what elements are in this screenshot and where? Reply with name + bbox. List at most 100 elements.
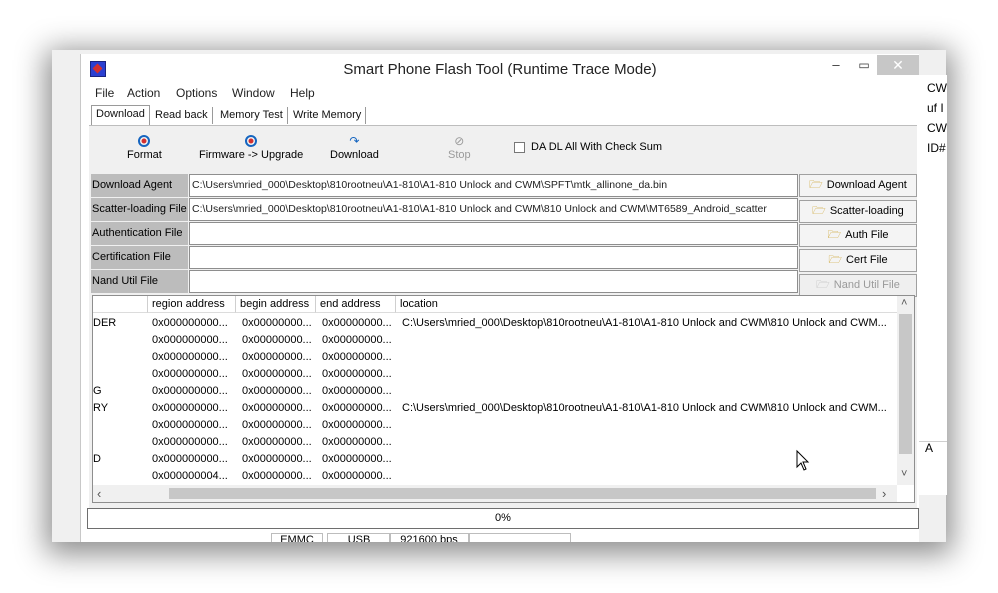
scroll-up-icon[interactable]: ˄ [901,297,907,309]
scroll-thumb[interactable] [169,488,876,499]
button-label: Cert File [846,254,888,266]
cell-begin: 0x00000000... [242,334,312,346]
folder-icon: 🗁 [809,179,823,191]
column-header-begin[interactable]: begin address [236,296,316,313]
scatter-loading-button[interactable]: 🗁 Scatter-loading [799,200,917,223]
nand-label: Nand Util File [91,270,188,293]
cell-name: RY [93,402,109,414]
download-button[interactable]: ↷ Download [330,134,379,161]
download-agent-field[interactable]: C:\Users\mried_000\Desktop\810rootneu\A1… [189,174,798,197]
cell-region: 0x000000000... [152,385,228,397]
auth-field[interactable] [189,222,798,245]
upgrade-icon [199,134,303,149]
background-text: uf I [927,101,944,115]
menu-action[interactable]: Action [127,86,160,100]
main-window: Smart Phone Flash Tool (Runtime Trace Mo… [80,54,919,542]
download-agent-label: Download Agent [91,174,188,197]
menu-help[interactable]: Help [290,86,315,100]
cell-region: 0x000000004... [152,470,228,482]
column-header-location[interactable]: location [396,296,897,313]
cert-field[interactable] [189,246,798,269]
button-label: Scatter-loading [829,205,904,217]
scroll-down-icon[interactable]: ˅ [901,468,907,480]
firmware-upgrade-button[interactable]: Firmware -> Upgrade [199,134,303,161]
button-label: Download Agent [826,179,907,191]
scroll-right-icon[interactable]: › [882,486,886,501]
cell-begin: 0x00000000... [242,436,312,448]
background-text: ID# [927,141,946,155]
scroll-thumb[interactable] [899,314,912,454]
cell-begin: 0x00000000... [242,317,312,329]
menu-file[interactable]: File [95,86,114,100]
horizontal-scrollbar[interactable]: ‹ › [93,485,897,502]
cell-location: C:\Users\mried_000\Desktop\810rootneu\A1… [402,317,887,329]
cell-end: 0x00000000... [322,385,392,397]
close-button[interactable]: ✕ [877,55,919,75]
menu-options[interactable]: Options [176,86,217,100]
tab-read-back[interactable]: Read back [151,107,213,124]
vertical-scrollbar[interactable]: ˄ ˅ [897,296,914,485]
field-row-auth: Authentication File 🗁 Auth File [89,222,917,247]
status-empty [469,533,571,542]
background-text: CWI [927,121,947,135]
column-header-end[interactable]: end address [316,296,396,313]
cell-end: 0x00000000... [322,470,392,482]
field-row-cert: Certification File 🗁 Cert File [89,246,917,272]
status-bar: EMMC USB 921600 bps [89,531,917,542]
tab-download[interactable]: Download [91,105,150,125]
progress-bar: 0% [87,508,919,529]
download-icon: ↷ [349,134,360,148]
nand-field[interactable] [189,270,798,293]
cell-end: 0x00000000... [322,436,392,448]
status-connection: USB [327,533,391,542]
cell-begin: 0x00000000... [242,402,312,414]
maximize-button[interactable]: ▭ [851,55,877,75]
format-button[interactable]: Format [127,134,162,161]
stop-button[interactable]: ⊘ Stop [448,134,471,161]
scatter-field[interactable]: C:\Users\mried_000\Desktop\810rootneu\A1… [189,198,798,221]
mouse-cursor-icon [796,449,810,471]
button-label: Auth File [845,229,889,241]
folder-icon: 🗁 [827,229,842,241]
checksum-checkbox[interactable]: DA DL All With Check Sum [514,141,662,153]
column-header-region[interactable]: region address [148,296,236,313]
cert-file-button[interactable]: 🗁 Cert File [799,249,917,272]
cell-end: 0x00000000... [322,368,392,380]
progress-text: 0% [495,512,511,524]
scroll-left-icon[interactable]: ‹ [97,486,101,501]
field-row-scatter: Scatter-loading File C:\Users\mried_000\… [89,198,917,223]
stop-icon: ⊘ [454,134,465,148]
checksum-label: DA DL All With Check Sum [531,141,663,153]
title-bar[interactable]: Smart Phone Flash Tool (Runtime Trace Mo… [81,54,919,82]
tab-memory-test[interactable]: Memory Test [216,107,288,124]
cell-end: 0x00000000... [322,351,392,363]
cell-region: 0x000000000... [152,368,228,380]
cell-begin: 0x00000000... [242,385,312,397]
checkbox-box[interactable] [514,141,525,153]
cell-region: 0x000000000... [152,402,228,414]
window-title: Smart Phone Flash Tool (Runtime Trace Mo… [343,61,657,78]
region-list[interactable]: region address begin address end address… [92,295,915,503]
download-label: Download [330,149,379,161]
tab-write-memory[interactable]: Write Memory [289,107,367,124]
stop-label: Stop [448,149,471,161]
cell-begin: 0x00000000... [242,453,312,465]
cell-end: 0x00000000... [322,334,392,346]
cell-begin: 0x00000000... [242,368,312,380]
minimize-button[interactable]: – [823,55,849,75]
cell-region: 0x000000000... [152,453,228,465]
cell-begin: 0x00000000... [242,470,312,482]
cell-region: 0x000000000... [152,334,228,346]
cell-region: 0x000000000... [152,351,228,363]
menu-window[interactable]: Window [232,86,275,100]
download-agent-button[interactable]: 🗁 Download Agent [799,174,917,197]
nand-util-button[interactable]: 🗁 Nand Util File [799,274,917,297]
button-label: Nand Util File [833,279,900,291]
cert-label: Certification File [91,246,188,269]
background-text: CWI [927,81,947,95]
column-header-name[interactable] [93,296,148,313]
auth-file-button[interactable]: 🗁 Auth File [799,224,917,247]
auth-label: Authentication File [91,222,188,245]
cell-region: 0x000000000... [152,317,228,329]
scatter-label: Scatter-loading File [91,198,188,221]
